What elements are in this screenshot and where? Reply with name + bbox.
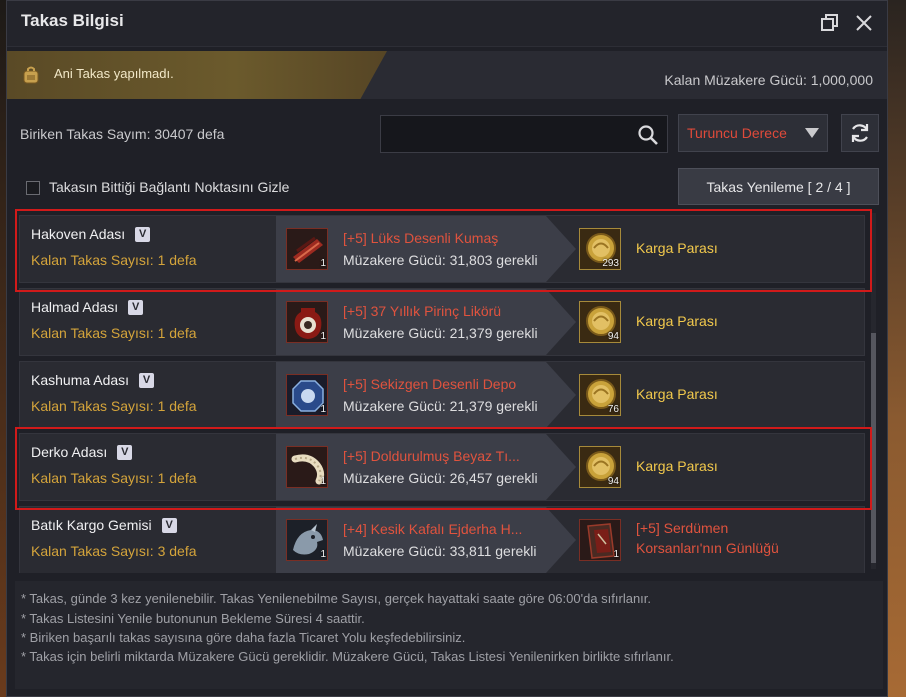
remaining-trades: Kalan Takas Sayısı: 1 defa	[31, 252, 197, 268]
expand-toggle-icon[interactable]: V	[117, 444, 133, 460]
item-quantity: 1	[320, 331, 326, 342]
expand-toggle-icon[interactable]: V	[128, 299, 144, 315]
footer-note: * Takas, günde 3 kez yenilenebilir. Taka…	[21, 591, 652, 606]
trade-location: Batık Kargo Gemisi V	[31, 517, 177, 533]
item-name: [+5] 37 Yıllık Pirinç Likörü	[343, 303, 502, 319]
window-title: Takas Bilgisi	[21, 11, 124, 30]
item-name: [+5] Doldurulmuş Beyaz Tı...	[343, 448, 520, 464]
expand-toggle-icon[interactable]: V	[135, 226, 151, 242]
item-requirement: Müzakere Gücü: 21,379 gerekli	[343, 398, 538, 414]
grade-select-value: Turuncu Derece	[687, 125, 787, 141]
footer-note: * Biriken başarılı takas sayısına göre d…	[21, 630, 466, 645]
backpack-icon	[21, 65, 41, 85]
remaining-trades: Kalan Takas Sayısı: 1 defa	[31, 325, 197, 341]
item-requirement: Müzakere Gücü: 26,457 gerekli	[343, 470, 538, 486]
location-name: Halmad Adası	[31, 299, 119, 315]
footer-notes: * Takas, günde 3 kez yenilenebilir. Taka…	[15, 581, 883, 689]
search-icon[interactable]	[637, 124, 659, 146]
reward-slot[interactable]: 94	[579, 301, 621, 343]
refresh-button[interactable]	[841, 114, 879, 152]
expand-toggle-icon[interactable]: V	[161, 517, 177, 533]
reward-name: Karga Parası	[636, 240, 718, 256]
scrollbar-thumb[interactable]	[871, 333, 876, 563]
reward-quantity: 76	[607, 404, 619, 415]
trade-location: Derko Adası V	[31, 444, 133, 460]
chevron-down-icon	[805, 128, 819, 138]
reward-slot[interactable]: 94	[579, 446, 621, 488]
item-quantity: 1	[320, 476, 326, 487]
trade-location: Kashuma Adası V	[31, 372, 155, 388]
reward-slot[interactable]: 1	[579, 519, 621, 561]
location-name: Batık Kargo Gemisi	[31, 517, 152, 533]
restore-window-icon[interactable]	[818, 11, 842, 35]
trade-row[interactable]: Kashuma Adası V Kalan Takas Sayısı: 1 de…	[19, 361, 865, 429]
item-slot[interactable]: 1	[286, 301, 328, 343]
item-quantity: 1	[320, 258, 326, 269]
accumulated-trade-count: Biriken Takas Sayım: 30407 defa	[20, 126, 225, 142]
item-slot[interactable]: 1	[286, 374, 328, 416]
reward-name: [+5] Serdümen Korsanları'nın Günlüğü	[636, 518, 779, 558]
reward-slot[interactable]: 293	[579, 228, 621, 270]
footer-note: * Takas için belirli miktarda Müzakere G…	[21, 649, 674, 664]
reward-name-line2: Korsanları'nın Günlüğü	[636, 540, 779, 556]
expand-toggle-icon[interactable]: V	[139, 372, 155, 388]
reward-quantity: 293	[602, 258, 619, 269]
item-quantity: 1	[320, 549, 326, 560]
reward-quantity: 94	[607, 331, 619, 342]
refresh-icon	[851, 124, 869, 142]
notice-text: Ani Takas yapılmadı.	[54, 66, 174, 81]
item-slot[interactable]: 1	[286, 519, 328, 561]
reward-slot[interactable]: 76	[579, 374, 621, 416]
grade-select[interactable]: Turuncu Derece	[678, 114, 828, 152]
trade-location: Halmad Adası V	[31, 299, 144, 315]
background-right	[886, 0, 906, 697]
item-requirement: Müzakere Gücü: 21,379 gerekli	[343, 325, 538, 341]
item-quantity: 1	[320, 404, 326, 415]
hide-finished-checkbox[interactable]	[26, 181, 40, 195]
item-slot[interactable]: 1	[286, 228, 328, 270]
location-name: Hakoven Adası	[31, 226, 126, 242]
item-name: [+5] Sekizgen Desenli Depo	[343, 376, 517, 392]
location-name: Derko Adası	[31, 444, 108, 460]
reward-name: Karga Parası	[636, 313, 718, 329]
trade-row[interactable]: Derko Adası V Kalan Takas Sayısı: 1 defa…	[19, 433, 865, 501]
list-scrollbar[interactable]	[871, 213, 876, 569]
trade-location: Hakoven Adası V	[31, 226, 151, 242]
item-name: [+5] Lüks Desenli Kumaş	[343, 230, 499, 246]
search-input[interactable]	[380, 115, 668, 153]
item-requirement: Müzakere Gücü: 33,811 gerekli	[343, 543, 537, 559]
remaining-negotiation-power: Kalan Müzakere Gücü: 1,000,000	[664, 72, 873, 88]
trade-renew-button[interactable]: Takas Yenileme [ 2 / 4 ]	[678, 168, 879, 205]
hide-finished-label: Takasın Bittiği Bağlantı Noktasını Gizle	[49, 179, 290, 195]
remaining-trades: Kalan Takas Sayısı: 1 defa	[31, 398, 197, 414]
remaining-trades: Kalan Takas Sayısı: 3 defa	[31, 543, 197, 559]
item-name: [+4] Kesik Kafalı Ejderha H...	[343, 521, 523, 537]
reward-quantity: 94	[607, 476, 619, 487]
trade-info-window: Takas Bilgisi Ani Takas yapılmadı. Kalan…	[6, 0, 888, 697]
close-icon[interactable]	[852, 11, 876, 35]
reward-name: Karga Parası	[636, 386, 718, 402]
trade-list: Hakoven Adası V Kalan Takas Sayısı: 1 de…	[19, 213, 867, 573]
item-slot[interactable]: 1	[286, 446, 328, 488]
reward-name-line1: [+5] Serdümen	[636, 520, 729, 536]
footer-note: * Takas Listesini Yenile butonunun Bekle…	[21, 611, 365, 626]
reward-name: Karga Parası	[636, 458, 718, 474]
reward-quantity: 1	[613, 549, 619, 560]
trade-row[interactable]: Halmad Adası V Kalan Takas Sayısı: 1 def…	[19, 288, 865, 356]
title-bar[interactable]: Takas Bilgisi	[7, 1, 887, 47]
trade-row[interactable]: Batık Kargo Gemisi V Kalan Takas Sayısı:…	[19, 506, 865, 573]
trade-row[interactable]: Hakoven Adası V Kalan Takas Sayısı: 1 de…	[19, 215, 865, 283]
location-name: Kashuma Adası	[31, 372, 130, 388]
remaining-trades: Kalan Takas Sayısı: 1 defa	[31, 470, 197, 486]
item-requirement: Müzakere Gücü: 31,803 gerekli	[343, 252, 538, 268]
